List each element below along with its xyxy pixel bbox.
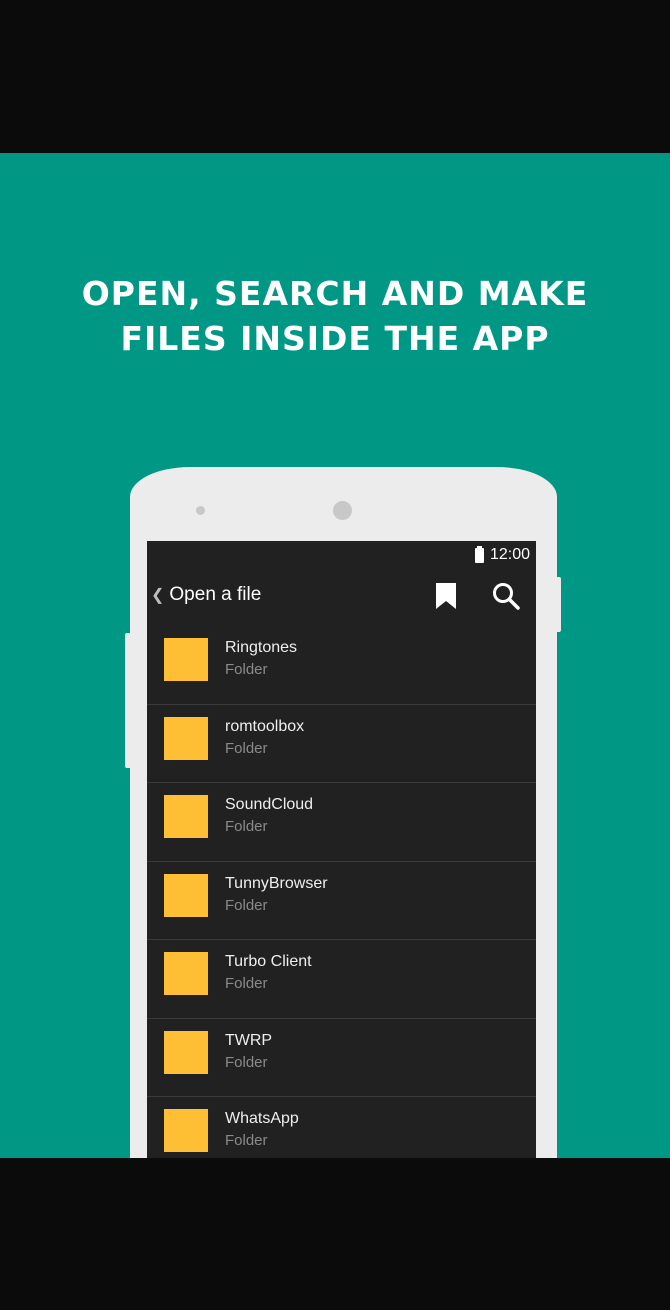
file-name: TunnyBrowser: [225, 874, 328, 892]
file-type: Folder: [225, 661, 268, 678]
battery-full-icon: [474, 545, 484, 563]
phone-frame: 12:00 ❮ Open a file Ringtones Folder rom…: [130, 467, 557, 1158]
folder-icon: [164, 952, 208, 995]
app-bar: ❮ Open a file: [147, 569, 536, 621]
file-name: romtoolbox: [225, 717, 305, 735]
headline-line-1: OPEN, SEARCH AND MAKE: [81, 274, 589, 313]
phone-camera: [333, 501, 352, 520]
list-item[interactable]: TWRP Folder: [147, 1019, 536, 1097]
headline-line-2: FILES INSIDE THE APP: [120, 319, 550, 358]
bottom-letterbox: [0, 1158, 670, 1310]
folder-icon: [164, 795, 208, 838]
file-name: Turbo Client: [225, 953, 312, 970]
file-type: Folder: [225, 975, 268, 992]
promo-panel: OPEN, SEARCH AND MAKE FILES INSIDE THE A…: [0, 153, 670, 1158]
status-bar: 12:00: [147, 541, 536, 569]
headline: OPEN, SEARCH AND MAKE FILES INSIDE THE A…: [0, 271, 670, 361]
top-letterbox: [0, 0, 670, 153]
file-name: WhatsApp: [225, 1110, 299, 1127]
search-icon[interactable]: [491, 581, 521, 611]
file-name: Ringtones: [225, 639, 298, 656]
file-type: Folder: [225, 1053, 268, 1071]
bookmark-icon[interactable]: [433, 582, 459, 610]
folder-icon: [164, 716, 208, 760]
chevron-left-icon[interactable]: ❮: [151, 585, 164, 605]
file-type: Folder: [225, 818, 268, 835]
file-name: TWRP: [225, 1031, 273, 1049]
status-time: 12:00: [489, 546, 530, 563]
list-item[interactable]: Ringtones Folder: [147, 626, 536, 705]
file-list: Ringtones Folder romtoolbox Folder Sound…: [147, 626, 536, 1158]
list-item[interactable]: romtoolbox Folder: [147, 705, 536, 783]
file-type: Folder: [225, 739, 268, 757]
list-item[interactable]: WhatsApp Folder: [147, 1097, 536, 1158]
list-item[interactable]: Turbo Client Folder: [147, 940, 536, 1019]
list-item[interactable]: TunnyBrowser Folder: [147, 862, 536, 940]
file-type: Folder: [225, 896, 268, 914]
folder-icon: [164, 1109, 208, 1152]
file-type: Folder: [225, 1132, 268, 1149]
folder-icon: [164, 873, 208, 917]
app-bar-title[interactable]: Open a file: [169, 584, 261, 606]
file-name: SoundCloud: [225, 796, 314, 813]
folder-icon: [164, 1030, 208, 1074]
list-item[interactable]: SoundCloud Folder: [147, 783, 536, 862]
phone-screen: 12:00 ❮ Open a file Ringtones Folder rom…: [147, 541, 536, 1158]
folder-icon: [164, 638, 208, 681]
phone-sensor: [196, 506, 205, 515]
